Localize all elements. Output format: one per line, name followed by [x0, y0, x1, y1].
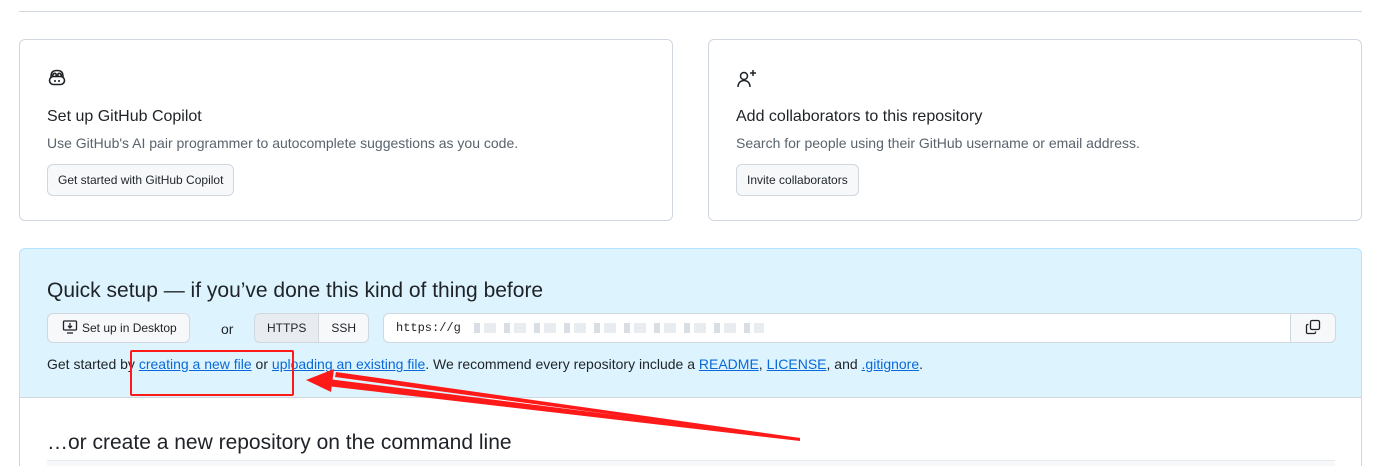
or-text: or	[221, 321, 234, 337]
protocol-toggle: HTTPS SSH	[254, 313, 370, 343]
gitignore-link[interactable]: .gitignore	[862, 356, 920, 372]
quick-setup-panel: Quick setup — if you’ve done this kind o…	[19, 248, 1362, 398]
get-started-prefix: Get started by	[47, 356, 139, 372]
separator-and: , and	[826, 356, 862, 372]
copilot-card: Set up GitHub Copilot Use GitHub's AI pa…	[19, 39, 673, 221]
uploading-existing-file-link[interactable]: uploading an existing file	[272, 356, 425, 372]
get-started-copilot-button[interactable]: Get started with GitHub Copilot	[47, 164, 235, 196]
license-link[interactable]: LICENSE	[767, 356, 827, 372]
copilot-icon	[47, 68, 67, 88]
desktop-download-icon	[62, 319, 78, 338]
collaborators-card: Add collaborators to this repository Sea…	[708, 39, 1362, 221]
setup-in-desktop-label: Set up in Desktop	[82, 321, 177, 335]
period: .	[919, 356, 924, 372]
command-line-section: …or create a new repository on the comma…	[19, 397, 1362, 466]
copilot-description: Use GitHub's AI pair programmer to autoc…	[47, 135, 519, 151]
invite-collaborators-button[interactable]: Invite collaborators	[736, 164, 859, 196]
command-line-title: …or create a new repository on the comma…	[47, 431, 512, 454]
copy-icon	[1305, 319, 1321, 338]
copy-url-button[interactable]	[1290, 313, 1336, 343]
https-button[interactable]: HTTPS	[255, 314, 320, 342]
quick-setup-title: Quick setup — if you’ve done this kind o…	[47, 279, 544, 302]
separator-comma: ,	[758, 356, 767, 372]
ssh-button[interactable]: SSH	[319, 314, 369, 342]
redacted-url-blur	[474, 323, 764, 333]
code-block	[47, 460, 1335, 466]
recommend-text: . We recommend every repository include …	[425, 356, 699, 372]
get-started-or: or	[251, 356, 272, 372]
readme-link[interactable]: README	[699, 356, 759, 372]
collaborators-description: Search for people using their GitHub use…	[736, 135, 1140, 151]
top-divider	[19, 11, 1362, 12]
collaborators-title: Add collaborators to this repository	[736, 108, 983, 125]
get-started-text: Get started by creating a new file or up…	[47, 356, 923, 372]
copilot-title: Set up GitHub Copilot	[47, 108, 202, 125]
creating-new-file-link[interactable]: creating a new file	[139, 356, 252, 372]
setup-in-desktop-button[interactable]: Set up in Desktop	[47, 313, 190, 343]
person-add-icon	[736, 68, 756, 88]
